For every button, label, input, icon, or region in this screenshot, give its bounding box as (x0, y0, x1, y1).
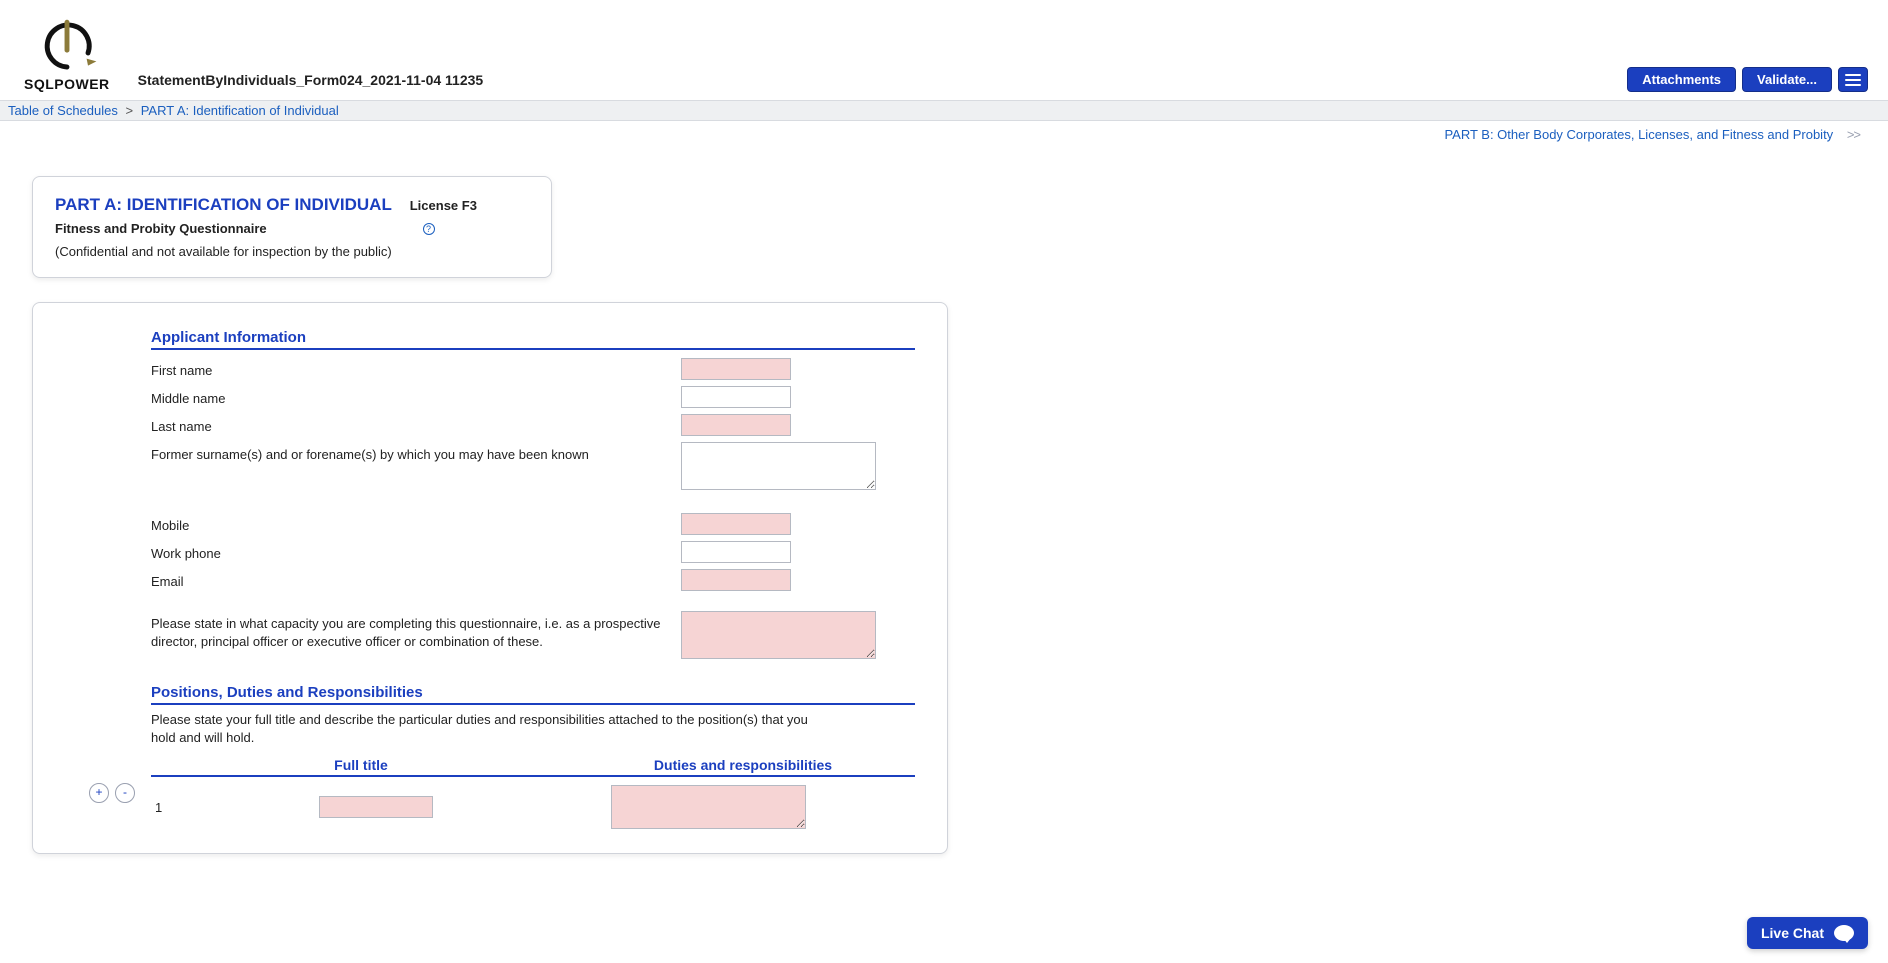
breadcrumb-current[interactable]: PART A: Identification of Individual (141, 103, 339, 118)
former-names-label: Former surname(s) and or forename(s) by … (151, 442, 681, 464)
col-duties: Duties and responsibilities (571, 757, 915, 773)
logo: SQLPOWER (24, 18, 110, 92)
mobile-input[interactable] (681, 513, 791, 535)
first-name-label: First name (151, 358, 681, 380)
capacity-label: Please state in what capacity you are co… (151, 611, 681, 650)
part-subtitle: Fitness and Probity Questionnaire (55, 221, 267, 236)
next-part-link[interactable]: PART B: Other Body Corporates, Licenses,… (1444, 127, 1833, 142)
live-chat-button[interactable]: Live Chat (1747, 917, 1868, 949)
attachments-button[interactable]: Attachments (1627, 67, 1736, 92)
header: SQLPOWER StatementByIndividuals_Form024_… (0, 0, 1888, 100)
last-name-row: Last name (151, 412, 915, 438)
former-names-input[interactable] (681, 442, 876, 490)
validate-button[interactable]: Validate... (1742, 67, 1832, 92)
add-row-button[interactable]: + (89, 783, 109, 803)
email-label: Email (151, 569, 681, 591)
breadcrumb-root[interactable]: Table of Schedules (8, 103, 118, 118)
capacity-input[interactable] (681, 611, 876, 659)
confidential-note: (Confidential and not available for insp… (55, 244, 531, 259)
work-phone-input[interactable] (681, 541, 791, 563)
menu-button[interactable] (1838, 67, 1868, 92)
table-row: + - 1 (151, 777, 915, 833)
middle-name-label: Middle name (151, 386, 681, 408)
full-title-input[interactable] (319, 796, 433, 818)
col-full-title: Full title (151, 757, 571, 773)
first-name-input[interactable] (681, 358, 791, 380)
former-names-row: Former surname(s) and or forename(s) by … (151, 440, 915, 495)
mobile-row: Mobile (151, 511, 915, 537)
breadcrumb-separator: > (125, 103, 133, 118)
header-buttons: Attachments Validate... (1627, 67, 1868, 92)
part-title: PART A: IDENTIFICATION OF INDIVIDUAL (55, 195, 392, 215)
email-input[interactable] (681, 569, 791, 591)
email-row: Email (151, 567, 915, 593)
last-name-input[interactable] (681, 414, 791, 436)
remove-row-button[interactable]: - (115, 783, 135, 803)
applicant-section-title: Applicant Information (151, 329, 915, 350)
middle-name-row: Middle name (151, 384, 915, 410)
breadcrumb: Table of Schedules > PART A: Identificat… (0, 100, 1888, 121)
form-card: Applicant Information First name Middle … (32, 302, 948, 854)
logo-icon (31, 18, 103, 74)
work-phone-row: Work phone (151, 539, 915, 565)
row-number: 1 (151, 800, 181, 815)
help-icon[interactable]: ? (423, 223, 435, 235)
positions-table-head: Full title Duties and responsibilities (151, 757, 915, 777)
last-name-label: Last name (151, 414, 681, 436)
mobile-label: Mobile (151, 513, 681, 535)
live-chat-label: Live Chat (1761, 925, 1824, 941)
middle-name-input[interactable] (681, 386, 791, 408)
form-title: StatementByIndividuals_Form024_2021-11-0… (138, 72, 484, 92)
next-arrows-icon: >> (1847, 127, 1860, 142)
duties-input[interactable] (611, 785, 806, 829)
license-label: License F3 (410, 198, 477, 213)
hamburger-icon (1845, 74, 1861, 86)
subnav: PART B: Other Body Corporates, Licenses,… (0, 121, 1888, 148)
capacity-row: Please state in what capacity you are co… (151, 609, 915, 664)
part-a-card: PART A: IDENTIFICATION OF INDIVIDUAL Lic… (32, 176, 552, 278)
logo-text: SQLPOWER (24, 76, 110, 92)
positions-description: Please state your full title and describ… (151, 711, 831, 747)
chat-icon (1834, 925, 1854, 941)
positions-table: Full title Duties and responsibilities +… (151, 757, 915, 833)
positions-section-title: Positions, Duties and Responsibilities (151, 684, 915, 705)
work-phone-label: Work phone (151, 541, 681, 563)
first-name-row: First name (151, 356, 915, 382)
